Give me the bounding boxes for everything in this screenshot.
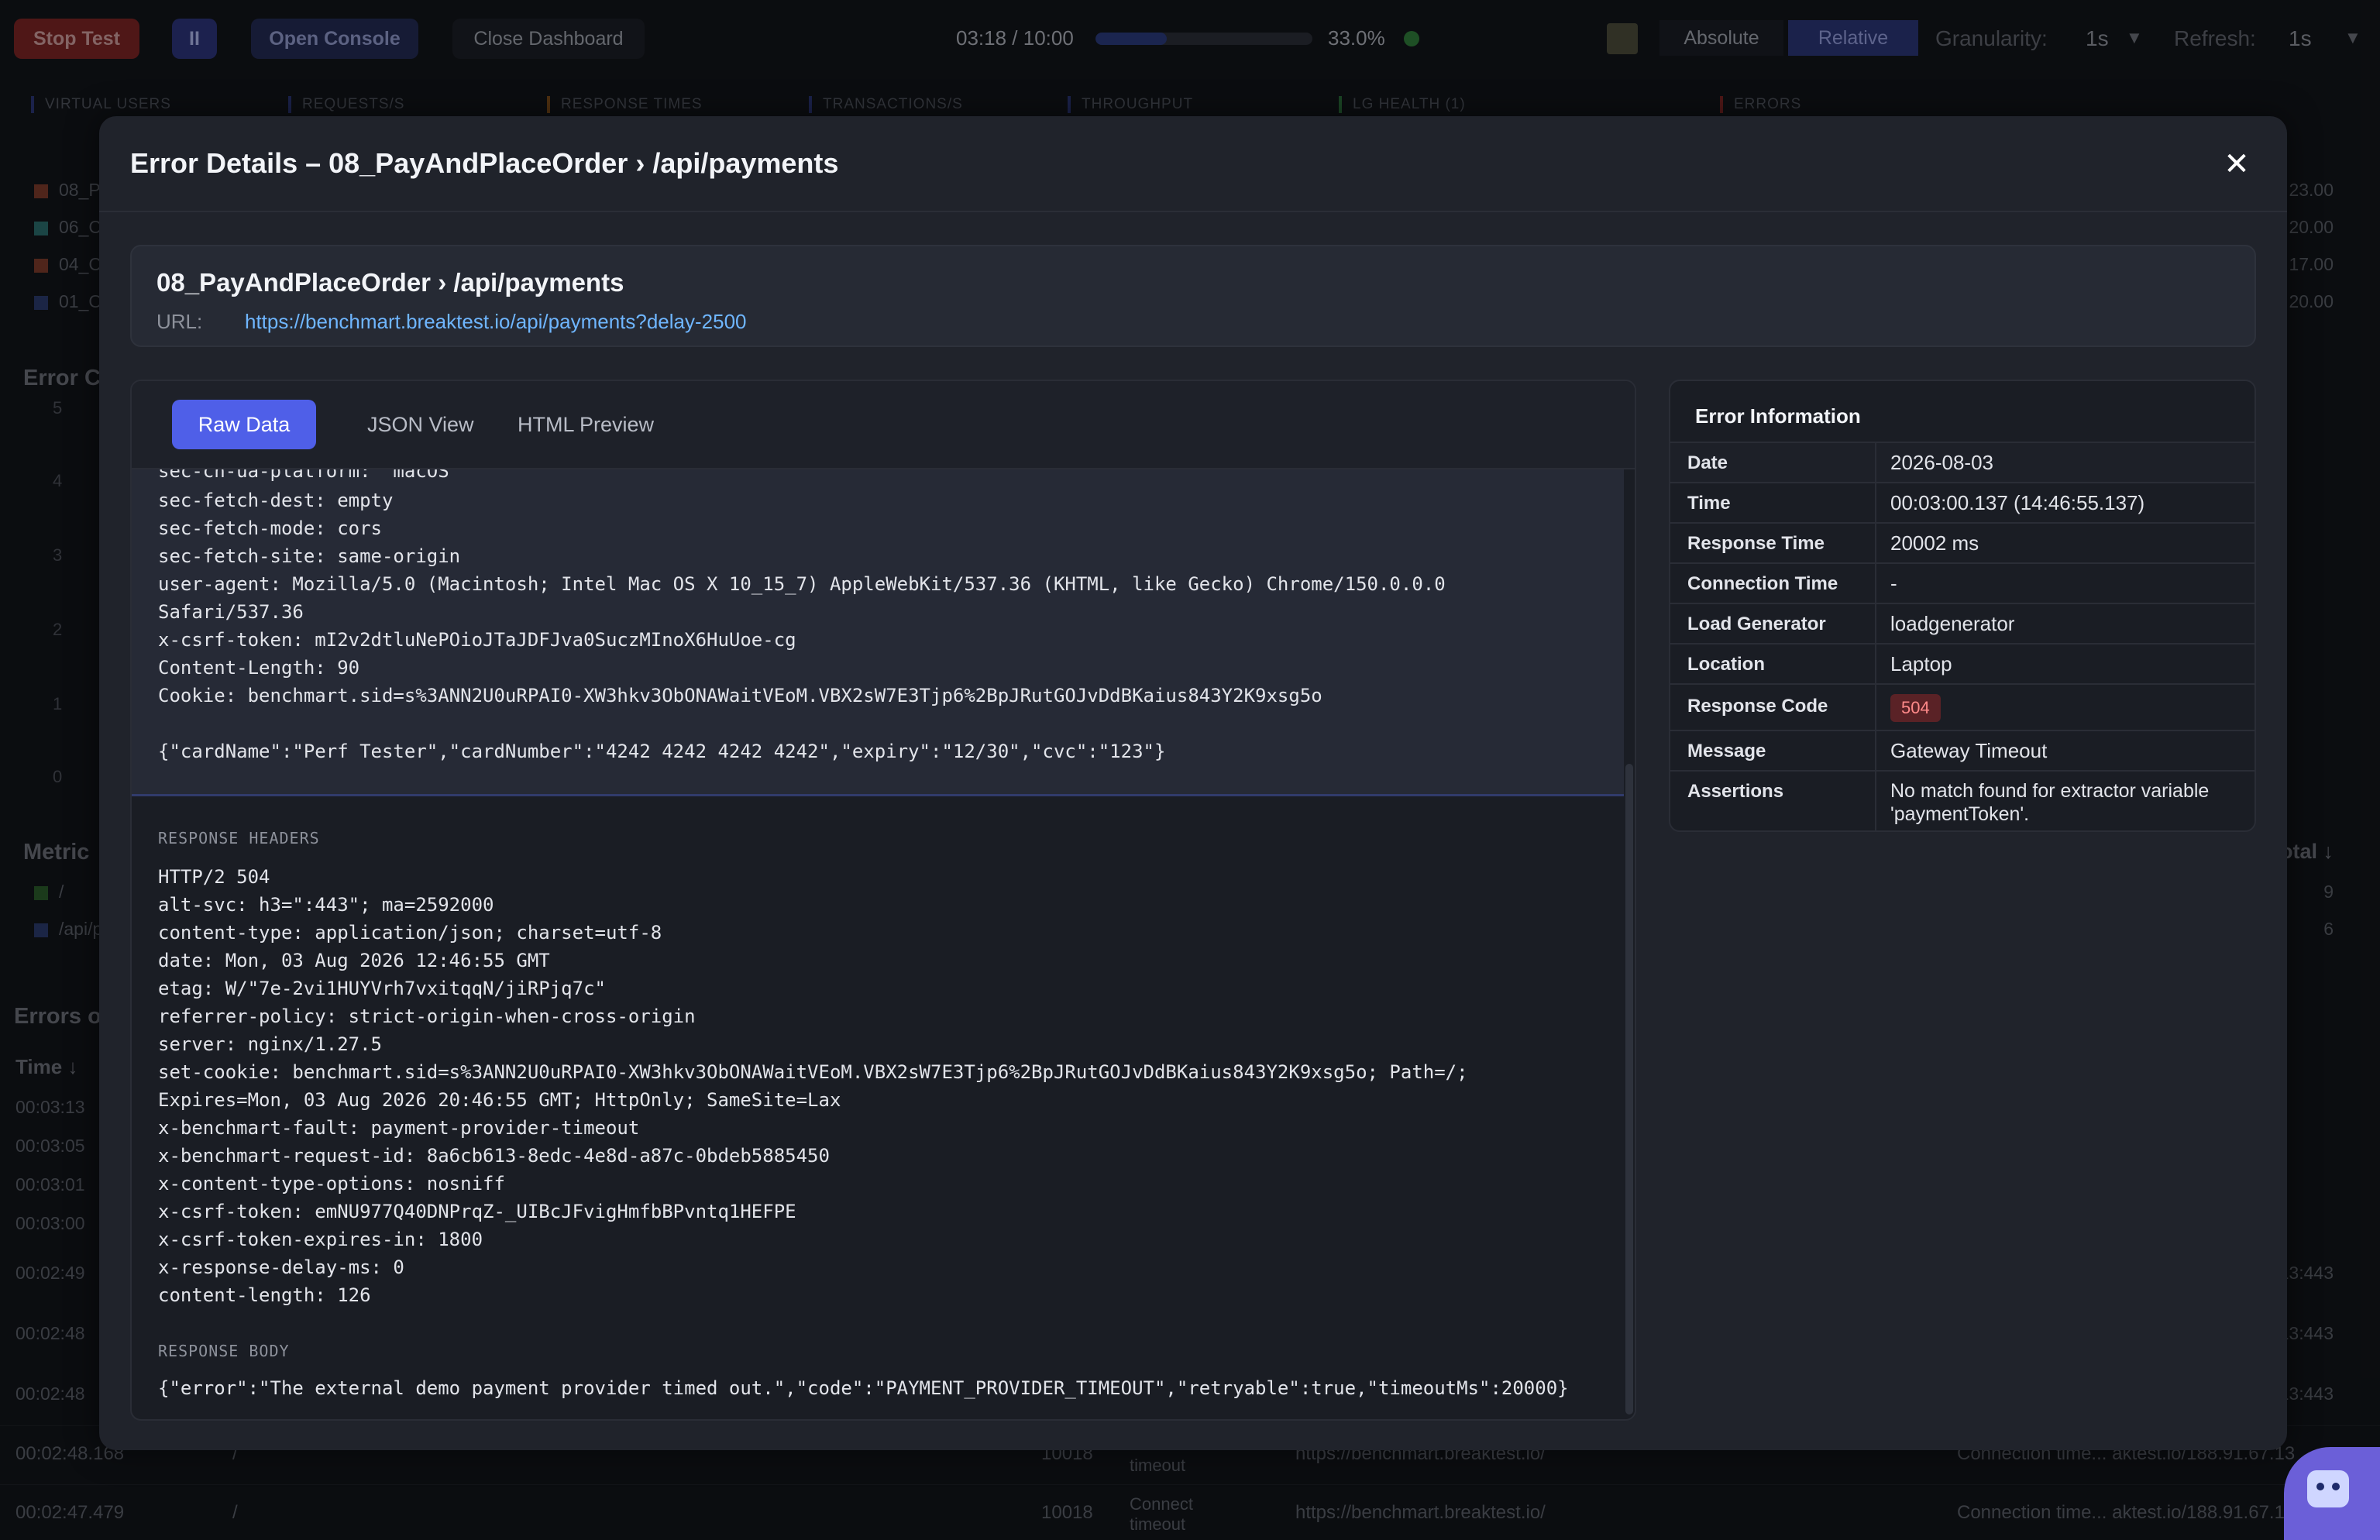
- scrollbar[interactable]: [1624, 469, 1635, 1419]
- response-headers-label: RESPONSE HEADERS: [158, 829, 320, 847]
- info-row-location: Location Laptop: [1670, 643, 2254, 683]
- info-value: No match found for extractor variable 'p…: [1890, 780, 2210, 825]
- response-header-line: date: Mon, 03 Aug 2026 12:46:55 GMT: [158, 950, 550, 971]
- request-line: x-csrf-token: mI2v2dtluNePOioJTaJDFJva0S…: [158, 629, 796, 651]
- error-information-table: Date 2026-08-03 Time 00:03:00.137 (14:46…: [1670, 442, 2254, 830]
- close-icon[interactable]: ✕: [2220, 149, 2253, 181]
- request-line: user-agent: Mozilla/5.0 (Macintosh; Inte…: [158, 573, 1446, 595]
- request-line: sec-ch-ua-platform: "macOS": [158, 469, 461, 482]
- info-key: Message: [1687, 741, 1766, 761]
- tab-raw-data[interactable]: Raw Data: [172, 400, 316, 449]
- info-key: Assertions: [1687, 781, 1784, 802]
- info-key: Response Code: [1687, 696, 1828, 717]
- request-line: Cookie: benchmart.sid=s%3ANN2U0uRPAI0-XW…: [158, 685, 1322, 706]
- response-header-line: x-csrf-token-expires-in: 1800: [158, 1229, 483, 1250]
- response-body: {"error":"The external demo payment prov…: [158, 1377, 1569, 1399]
- info-value: 00:03:00.137 (14:46:55.137): [1890, 491, 2145, 514]
- robot-icon: [2307, 1470, 2349, 1507]
- response-header-line: x-benchmart-request-id: 8a6cb613-8edc-4e…: [158, 1145, 830, 1167]
- info-key: Connection Time: [1687, 573, 1838, 594]
- info-value: Laptop: [1890, 652, 1952, 675]
- raw-data-panel: Raw Data JSON View HTML Preview sec-ch-u…: [130, 380, 1636, 1421]
- response-header-line: server: nginx/1.27.5: [158, 1033, 382, 1055]
- request-line: Safari/537.36: [158, 601, 304, 623]
- url-label: URL:: [156, 310, 203, 333]
- info-value: Gateway Timeout: [1890, 739, 2048, 762]
- info-value: 2026-08-03: [1890, 451, 1993, 474]
- response-header-line: x-content-type-options: nosniff: [158, 1173, 505, 1195]
- modal-title: Error Details – 08_PayAndPlaceOrder › /a…: [130, 147, 839, 179]
- info-value: loadgenerator: [1890, 612, 2015, 635]
- info-value: 20002 ms: [1890, 531, 1979, 555]
- response-header-line: Expires=Mon, 03 Aug 2026 20:46:55 GMT; H…: [158, 1089, 841, 1111]
- response-header-line: etag: W/"7e-2vi1HUYVrh7vxitqqN/jiRPjq7c": [158, 978, 606, 999]
- info-key: Location: [1687, 654, 1765, 675]
- request-line: sec-fetch-site: same-origin: [158, 545, 461, 567]
- response-header-line: x-benchmart-fault: payment-provider-time…: [158, 1117, 640, 1139]
- request-block: sec-ch-ua-platform: "macOS" sec-fetch-de…: [132, 469, 1627, 796]
- info-row-date: Date 2026-08-03: [1670, 442, 2254, 482]
- info-row-assertions: Assertions No match found for extractor …: [1670, 770, 2254, 830]
- request-url-link[interactable]: https://benchmart.breaktest.io/api/payme…: [245, 310, 747, 334]
- info-key: Response Time: [1687, 533, 1825, 554]
- info-row-load-generator: Load Generator loadgenerator: [1670, 603, 2254, 643]
- error-information-panel: Error Information Date 2026-08-03 Time 0…: [1669, 380, 2256, 832]
- response-body-label: RESPONSE BODY: [158, 1342, 290, 1360]
- info-key: Time: [1687, 493, 1731, 514]
- response-header-line: referrer-policy: strict-origin-when-cros…: [158, 1005, 696, 1027]
- transaction-title: 08_PayAndPlaceOrder › /api/payments: [156, 268, 624, 297]
- response-header-line: HTTP/2 504: [158, 866, 270, 888]
- info-row-response-time: Response Time 20002 ms: [1670, 522, 2254, 562]
- scrollbar-thumb[interactable]: [1625, 764, 1633, 1415]
- info-key: Date: [1687, 452, 1728, 473]
- error-information-title: Error Information: [1695, 404, 1861, 428]
- response-header-line: content-length: 126: [158, 1284, 371, 1306]
- info-row-response-code: Response Code 504: [1670, 683, 2254, 730]
- info-row-time: Time 00:03:00.137 (14:46:55.137): [1670, 482, 2254, 522]
- request-body: {"cardName":"Perf Tester","cardNumber":"…: [158, 741, 1166, 762]
- info-row-connection-time: Connection Time -: [1670, 562, 2254, 603]
- request-line: sec-fetch-mode: cors: [158, 517, 382, 539]
- status-badge: 504: [1890, 694, 1941, 722]
- raw-data-content[interactable]: sec-ch-ua-platform: "macOS" sec-fetch-de…: [132, 469, 1627, 1419]
- info-row-message: Message Gateway Timeout: [1670, 730, 2254, 770]
- response-header-line: alt-svc: h3=":443"; ma=2592000: [158, 894, 494, 916]
- error-details-modal: Error Details – 08_PayAndPlaceOrder › /a…: [99, 116, 2287, 1450]
- response-header-line: x-response-delay-ms: 0: [158, 1256, 404, 1278]
- response-header-line: set-cookie: benchmart.sid=s%3ANN2U0uRPAI…: [158, 1061, 1468, 1083]
- modal-header: Error Details – 08_PayAndPlaceOrder › /a…: [99, 116, 2287, 212]
- response-header-line: x-csrf-token: emNU977Q40DNPrqZ-_UIBcJFvi…: [158, 1201, 796, 1222]
- info-value: -: [1890, 572, 1897, 595]
- response-header-line: content-type: application/json; charset=…: [158, 922, 662, 944]
- request-line: sec-fetch-dest: empty: [158, 490, 394, 511]
- request-line: Content-Length: 90: [158, 657, 360, 679]
- request-url-card: 08_PayAndPlaceOrder › /api/payments URL:…: [130, 245, 2256, 347]
- tab-html-preview[interactable]: HTML Preview: [479, 400, 693, 449]
- assistant-bot-button[interactable]: [2284, 1447, 2380, 1540]
- info-key: Load Generator: [1687, 614, 1826, 634]
- view-tabs: Raw Data JSON View HTML Preview: [132, 381, 1635, 469]
